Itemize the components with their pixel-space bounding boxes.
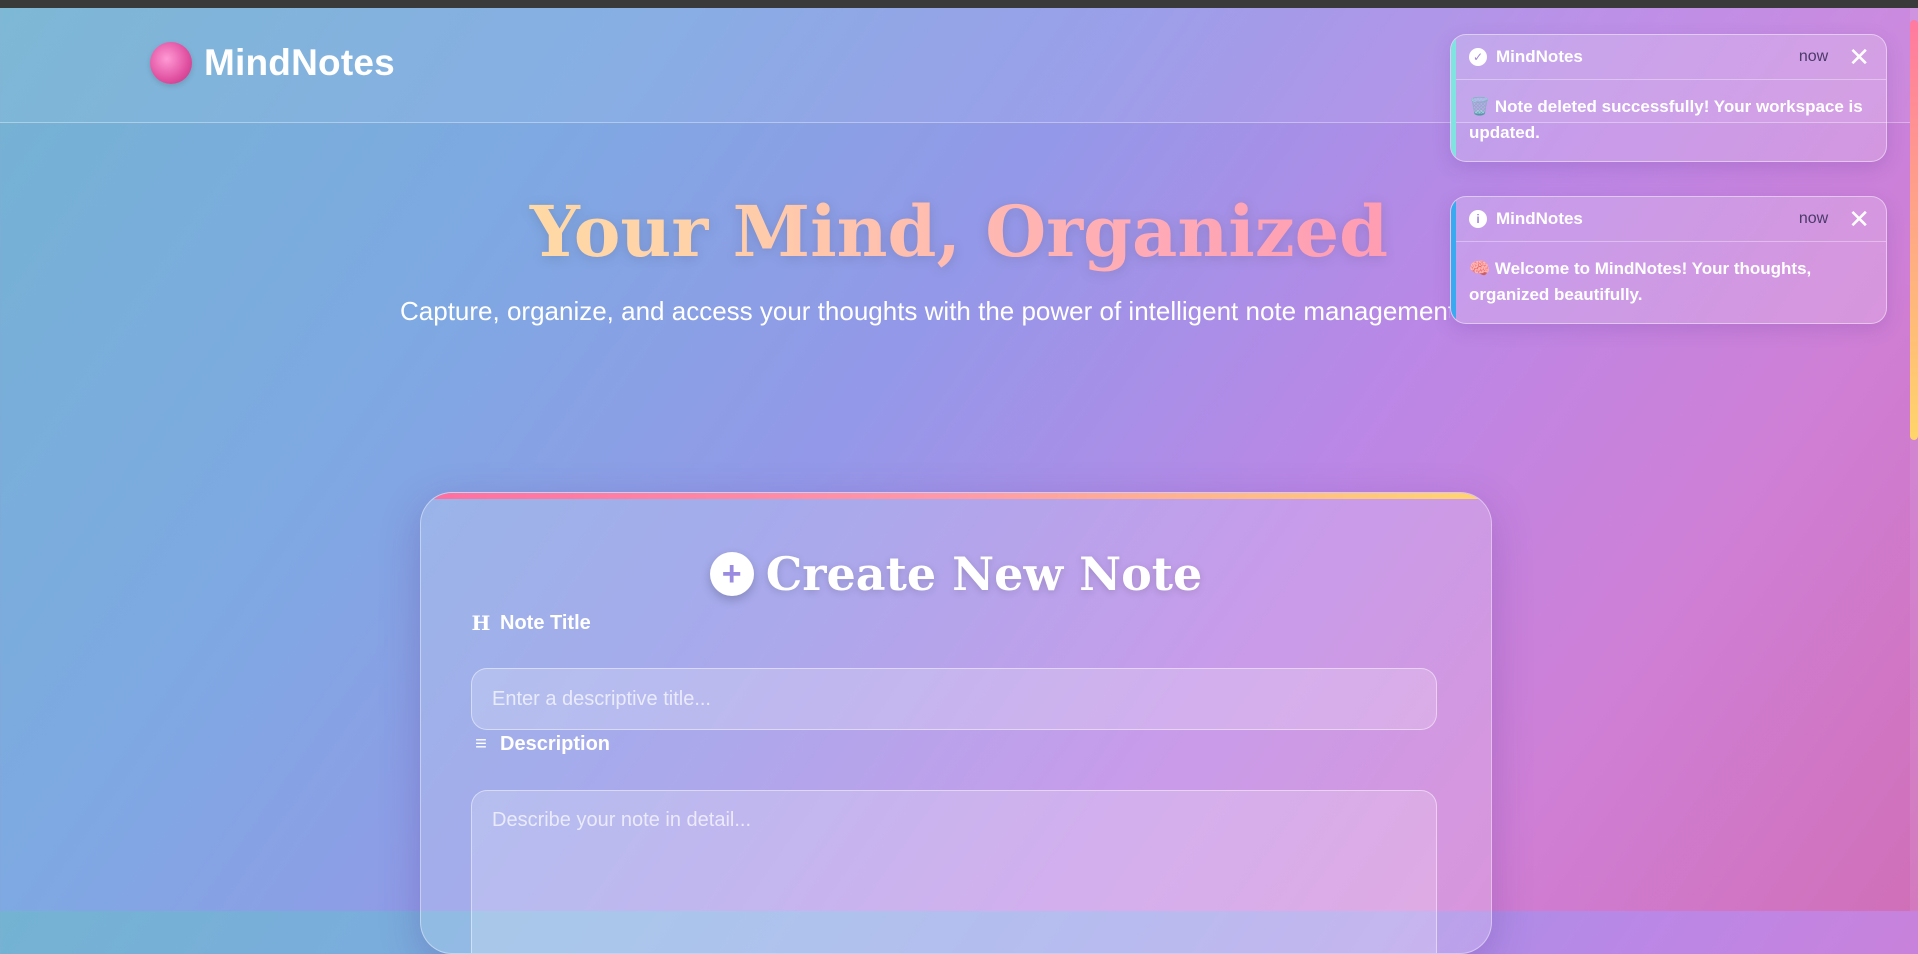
- toast-app-name: MindNotes: [1496, 209, 1583, 228]
- toast-accent-bar: [1451, 197, 1456, 323]
- check-icon: ✓: [1469, 48, 1487, 66]
- toast-header: i MindNotes now ✕: [1451, 197, 1886, 242]
- plus-icon: +: [709, 552, 754, 596]
- brand-name: MindNotes: [204, 42, 395, 83]
- description-label-text: Description: [500, 733, 611, 755]
- scrollbar-thumb[interactable]: [1910, 20, 1918, 440]
- hero-subtitle: Capture, organize, and access your thoug…: [400, 296, 1450, 326]
- close-icon[interactable]: ✕: [1848, 44, 1870, 70]
- note-title-label-text: Note Title: [500, 611, 591, 634]
- brain-icon: [150, 42, 192, 84]
- toast-accent-bar: [1451, 35, 1456, 161]
- toast-info: i MindNotes now ✕ 🧠 Welcome to MindNotes…: [1450, 196, 1887, 324]
- note-title-input[interactable]: Enter a descriptive title...: [471, 668, 1437, 730]
- brand[interactable]: MindNotes: [150, 42, 395, 84]
- info-icon: i: [1469, 210, 1487, 228]
- description-placeholder: Describe your note in detail...: [492, 809, 752, 831]
- toast-success: ✓ MindNotes now ✕ 🗑️ Note deleted succes…: [1450, 34, 1887, 162]
- description-label: ≡ Description: [471, 733, 610, 756]
- card-accent-bar: [421, 493, 1491, 499]
- heading-icon: H: [471, 611, 491, 635]
- note-title-placeholder: Enter a descriptive title...: [492, 687, 711, 710]
- toast-message: 🗑️ Note deleted successfully! Your works…: [1469, 97, 1863, 142]
- create-note-card: + Create New Note H Note Title Enter a d…: [420, 492, 1492, 954]
- note-title-label: H Note Title: [471, 611, 591, 635]
- align-left-icon: ≡: [475, 733, 487, 755]
- card-title: Create New Note: [765, 547, 1203, 601]
- toast-time: now: [1798, 210, 1829, 227]
- description-textarea[interactable]: Describe your note in detail...: [471, 790, 1437, 953]
- browser-top-strip: [0, 0, 1918, 8]
- card-heading: + Create New Note: [421, 547, 1491, 601]
- toast-header: ✓ MindNotes now ✕: [1451, 35, 1886, 80]
- toast-app-name: MindNotes: [1496, 47, 1583, 66]
- toast-message: 🧠 Welcome to MindNotes! Your thoughts, o…: [1469, 259, 1812, 304]
- toast-time: now: [1798, 48, 1829, 65]
- close-icon[interactable]: ✕: [1848, 206, 1870, 232]
